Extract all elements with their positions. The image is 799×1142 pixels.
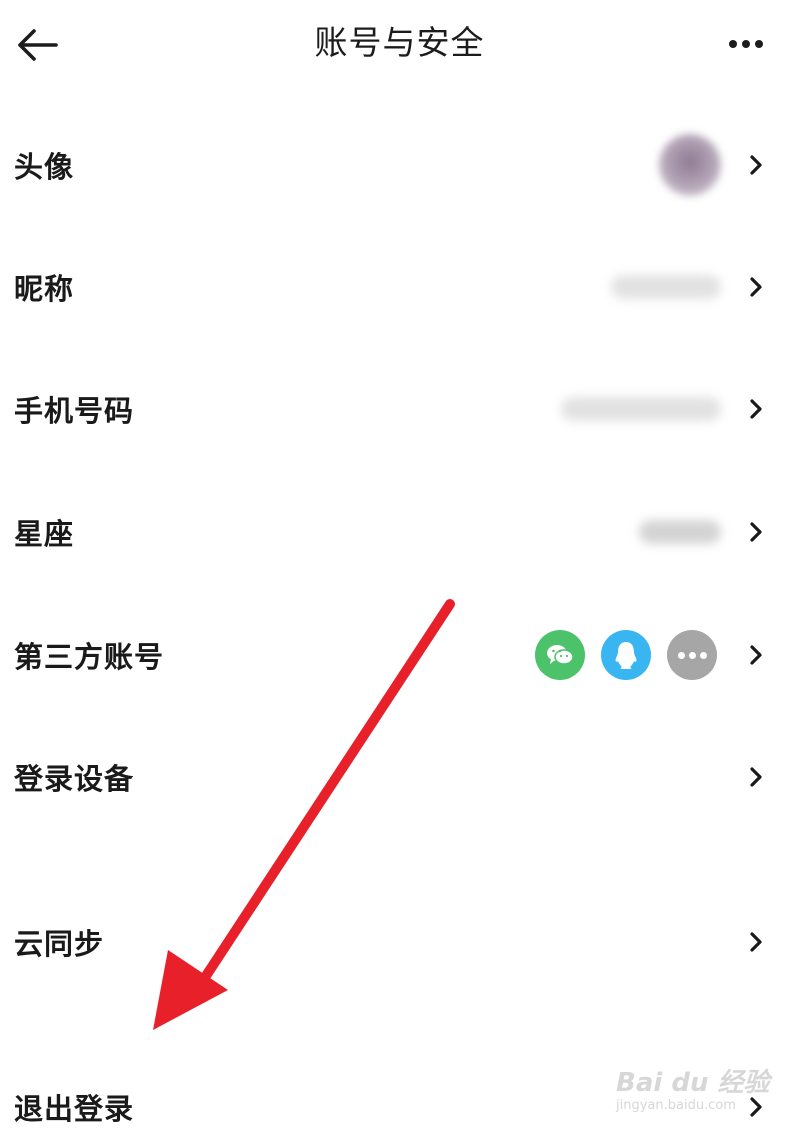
row-label-avatar: 头像 [14, 150, 75, 184]
zodiac-value-blurred [639, 520, 721, 544]
row-label-logout: 退出登录 [14, 1092, 135, 1126]
top-bar: 账号与安全 [0, 0, 799, 90]
row-login-devices[interactable]: 登录设备 [0, 742, 799, 812]
row-label-cloud-sync: 云同步 [14, 927, 105, 961]
row-label-nickname: 昵称 [14, 272, 75, 306]
row-phone-number[interactable]: 手机号码 [0, 374, 799, 444]
row-label-zodiac: 星座 [14, 517, 75, 551]
third-party-icons [535, 630, 717, 680]
avatar [659, 134, 721, 196]
chevron-right-icon [750, 277, 762, 297]
row-cloud-sync[interactable]: 云同步 [0, 907, 799, 977]
chevron-right-icon [750, 767, 762, 787]
chevron-right-icon [750, 1097, 762, 1117]
chevron-right-icon [750, 399, 762, 419]
row-third-party-accounts[interactable]: 第三方账号 [0, 620, 799, 690]
more-accounts-icon [667, 630, 717, 680]
dot [699, 651, 707, 659]
nickname-value-blurred [611, 275, 721, 299]
more-options-button[interactable] [721, 26, 771, 62]
chevron-right-icon [750, 522, 762, 542]
row-zodiac[interactable]: 星座 [0, 497, 799, 567]
more-dot [742, 40, 750, 48]
more-dot [755, 40, 763, 48]
row-avatar[interactable]: 头像 [0, 130, 799, 200]
dot [677, 651, 685, 659]
wechat-icon [535, 630, 585, 680]
dot [688, 651, 696, 659]
chevron-right-icon [750, 932, 762, 952]
row-nickname[interactable]: 昵称 [0, 252, 799, 322]
phone-number-value-blurred [561, 397, 721, 421]
chevron-right-icon [750, 155, 762, 175]
row-label-login-devices: 登录设备 [14, 762, 135, 796]
chevron-right-icon [750, 645, 762, 665]
qq-icon [601, 630, 651, 680]
more-horizontal-icon [729, 40, 737, 48]
row-logout[interactable]: 退出登录 [0, 1072, 799, 1142]
page-title: 账号与安全 [314, 23, 485, 62]
row-label-third-party-accounts: 第三方账号 [14, 640, 165, 674]
row-label-phone-number: 手机号码 [14, 394, 135, 428]
